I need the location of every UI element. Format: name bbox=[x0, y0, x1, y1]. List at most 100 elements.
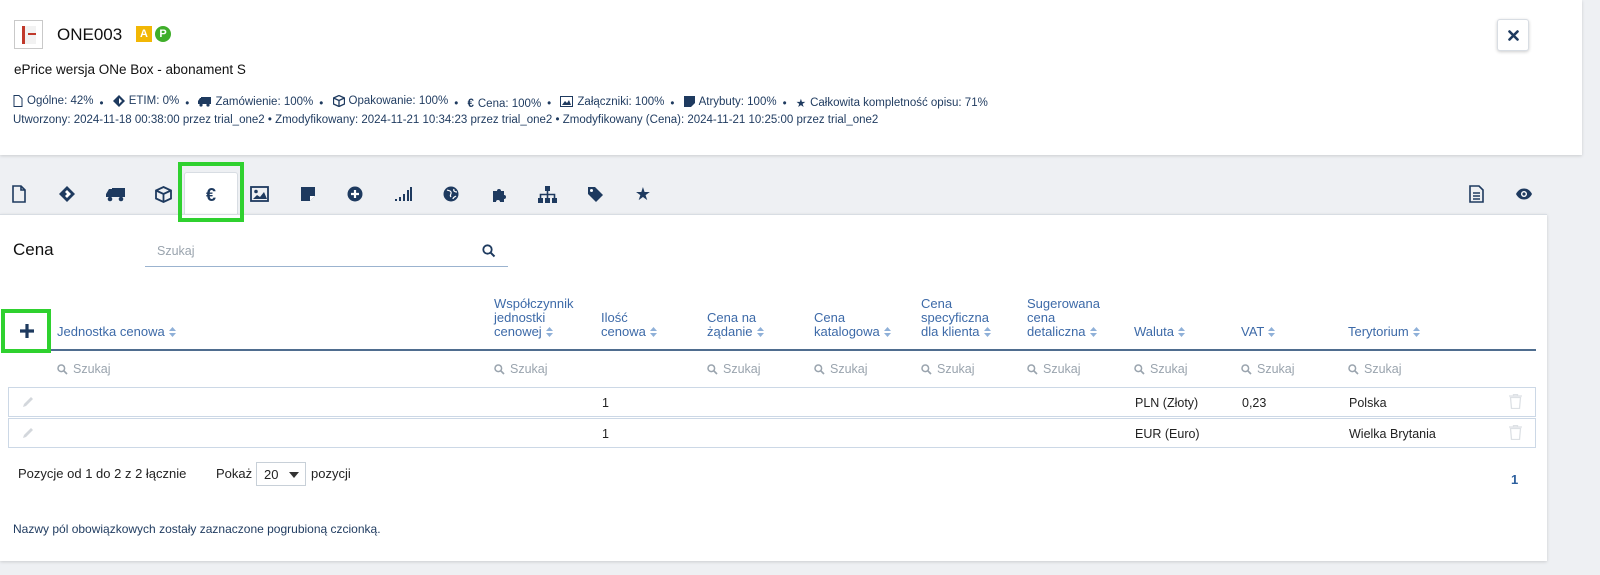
tab-favorites[interactable]: ★ bbox=[631, 182, 655, 206]
filter-placeholder: Szukaj bbox=[1150, 362, 1188, 376]
sort-icon bbox=[1412, 327, 1420, 337]
section-title: Cena bbox=[13, 240, 54, 259]
eye-icon bbox=[1516, 188, 1532, 200]
cell-currency: PLN (Złoty) bbox=[1135, 396, 1199, 410]
search-icon bbox=[1134, 363, 1145, 375]
close-icon bbox=[1507, 29, 1519, 41]
col-header-territory[interactable]: Terytorium bbox=[1348, 325, 1420, 339]
etim-icon bbox=[112, 95, 125, 107]
stat-label: Cena: 100% bbox=[477, 98, 542, 110]
col-header-price-qty[interactable]: Ilość cenowa bbox=[601, 311, 671, 339]
tab-modules[interactable] bbox=[487, 182, 511, 206]
stat-label: Zamówienie: 100% bbox=[215, 95, 314, 108]
chevron-down-icon bbox=[289, 472, 299, 478]
required-fields-note: Nazwy pól obowiązkowych zostały zaznaczo… bbox=[13, 522, 381, 536]
sort-icon bbox=[649, 327, 657, 337]
sort-icon bbox=[883, 327, 891, 337]
filter-unit-factor[interactable]: Szukaj bbox=[494, 362, 548, 376]
col-header-currency[interactable]: Waluta bbox=[1134, 325, 1185, 339]
note-icon bbox=[683, 96, 695, 107]
trash-icon[interactable] bbox=[1509, 425, 1522, 440]
truck-icon bbox=[106, 188, 125, 202]
col-header-list-price[interactable]: Cena katalogowa bbox=[814, 311, 904, 339]
filter-placeholder: Szukaj bbox=[1043, 362, 1081, 376]
col-header-label: Terytorium bbox=[1348, 324, 1409, 339]
image-icon bbox=[249, 186, 269, 202]
filter-customer-price[interactable]: Szukaj bbox=[921, 362, 975, 376]
col-header-customer-price[interactable]: Cena specyficzna dla klienta bbox=[921, 297, 1006, 339]
table-row[interactable]: 1 EUR (Euro) Wielka Brytania bbox=[8, 418, 1536, 448]
page-size-select[interactable]: 20 bbox=[256, 462, 306, 486]
col-header-unit-factor[interactable]: Współczynnik jednostki cenowej bbox=[494, 297, 594, 339]
col-header-vat[interactable]: VAT bbox=[1241, 324, 1276, 339]
close-button[interactable] bbox=[1497, 19, 1529, 51]
pencil-icon[interactable] bbox=[21, 395, 35, 409]
filter-price-on-request[interactable]: Szukaj bbox=[707, 362, 761, 376]
filter-price-unit[interactable]: Szukaj bbox=[57, 362, 111, 376]
truck-icon bbox=[198, 97, 212, 107]
col-header-label: Cena na żądanie bbox=[707, 310, 757, 339]
preview-button[interactable] bbox=[1512, 182, 1536, 206]
tab-attachments[interactable] bbox=[247, 182, 271, 206]
filter-currency[interactable]: Szukaj bbox=[1134, 362, 1188, 376]
search-icon[interactable] bbox=[482, 244, 496, 258]
filter-placeholder: Szukaj bbox=[937, 362, 975, 376]
tab-general[interactable] bbox=[7, 182, 31, 206]
sort-icon bbox=[983, 327, 991, 337]
section-search-input[interactable]: Szukaj bbox=[145, 237, 508, 267]
tab-statistics[interactable] bbox=[391, 182, 415, 206]
tab-etim[interactable] bbox=[55, 182, 79, 206]
pencil-icon[interactable] bbox=[21, 426, 35, 440]
col-header-label: Waluta bbox=[1134, 324, 1174, 339]
sort-icon bbox=[756, 327, 764, 337]
sort-icon bbox=[1268, 327, 1276, 337]
search-icon bbox=[1348, 363, 1359, 375]
tab-packaging[interactable] bbox=[151, 182, 175, 206]
stat-attributes: Atrybuty: 100% bbox=[683, 96, 777, 108]
trash-icon[interactable] bbox=[1509, 394, 1522, 409]
filter-list-price[interactable]: Szukaj bbox=[814, 362, 868, 376]
tab-additional[interactable] bbox=[343, 182, 367, 206]
report-button[interactable] bbox=[1464, 182, 1488, 206]
table-row[interactable]: 1 PLN (Złoty) 0,23 Polska bbox=[8, 387, 1536, 417]
col-header-label: Ilość cenowa bbox=[601, 310, 646, 339]
highlight-price-tab bbox=[178, 162, 244, 222]
completeness-stats: Ogólne: 42% • ETIM: 0% • Zamówienie: 100… bbox=[13, 95, 988, 110]
star-icon: ★ bbox=[795, 98, 807, 110]
plus-circle-icon bbox=[347, 186, 363, 202]
filter-vat[interactable]: Szukaj bbox=[1241, 362, 1295, 376]
document-icon bbox=[1468, 185, 1484, 203]
tab-relations[interactable] bbox=[535, 182, 559, 206]
tab-tags[interactable] bbox=[583, 182, 607, 206]
file-icon bbox=[12, 185, 26, 203]
tab-attributes[interactable] bbox=[296, 182, 320, 206]
filter-retail-price[interactable]: Szukaj bbox=[1027, 362, 1081, 376]
filter-territory[interactable]: Szukaj bbox=[1348, 362, 1402, 376]
tab-order[interactable] bbox=[104, 182, 128, 206]
col-header-retail-price[interactable]: Sugerowana cena detaliczna bbox=[1027, 297, 1112, 339]
stat-attachments: Załączniki: 100% bbox=[560, 96, 664, 108]
sort-icon bbox=[168, 327, 176, 337]
filter-placeholder: Szukaj bbox=[1257, 362, 1295, 376]
col-header-price-unit[interactable]: Jednostka cenowa bbox=[57, 325, 176, 339]
stat-packaging: Opakowanie: 100% bbox=[332, 95, 448, 107]
note-icon bbox=[301, 187, 315, 201]
highlight-add-button bbox=[1, 309, 51, 353]
col-header-label: Cena specyficzna dla klienta bbox=[921, 296, 989, 339]
product-header-card: ONE003 A P ePrice wersja ONe Box - abona… bbox=[0, 0, 1582, 155]
search-icon bbox=[494, 363, 505, 375]
tab-territories[interactable] bbox=[439, 182, 463, 206]
cell-currency: EUR (Euro) bbox=[1135, 427, 1200, 441]
col-header-price-on-request[interactable]: Cena na żądanie bbox=[707, 311, 787, 339]
page-link-current[interactable]: 1 bbox=[1511, 472, 1518, 487]
image-icon bbox=[560, 96, 574, 107]
search-icon bbox=[921, 363, 932, 375]
col-header-label: Cena katalogowa bbox=[814, 310, 880, 339]
stat-label: Załączniki: 100% bbox=[577, 95, 665, 108]
etim-icon bbox=[59, 186, 75, 202]
globe-icon bbox=[443, 186, 459, 202]
stat-total: ★ Całkowita kompletność opisu: 71% bbox=[796, 96, 988, 110]
cell-price-qty: 1 bbox=[602, 396, 609, 410]
col-header-label: VAT bbox=[1241, 324, 1265, 339]
filter-placeholder: Szukaj bbox=[510, 362, 548, 376]
